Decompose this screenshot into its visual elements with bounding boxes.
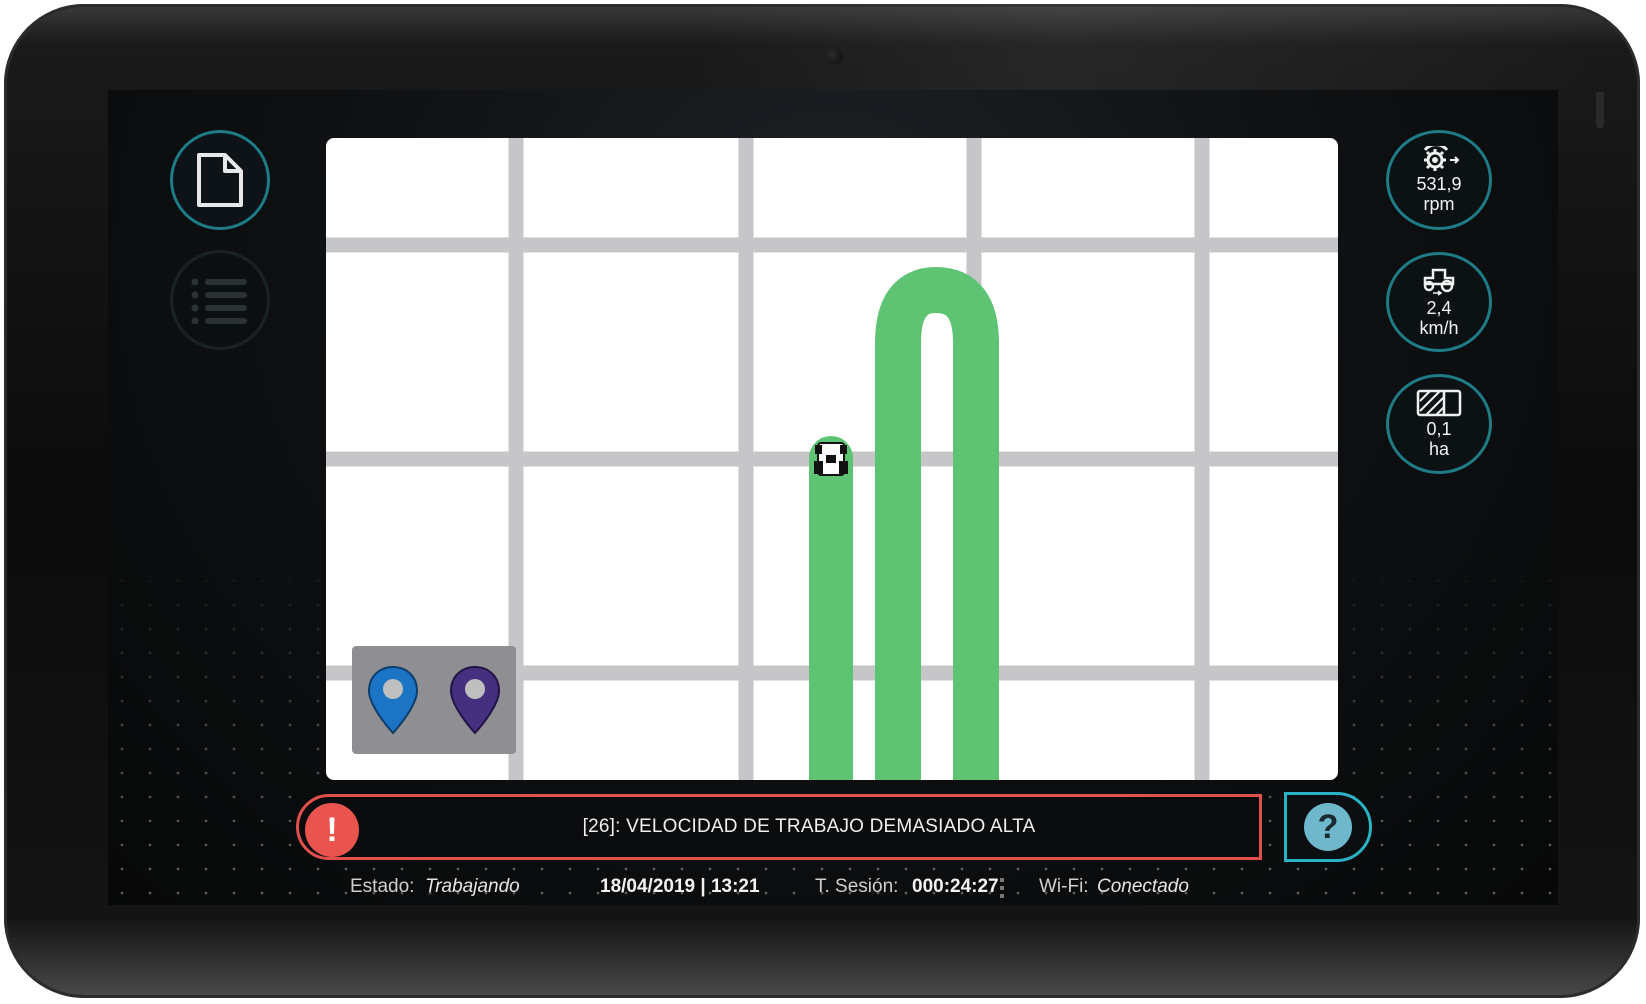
help-icon: ? bbox=[1304, 803, 1352, 851]
document-icon bbox=[197, 153, 243, 207]
speed-gauge[interactable]: 2,4 km/h bbox=[1386, 252, 1492, 352]
datetime: 18/04/2019 | 13:21 bbox=[600, 876, 760, 897]
rpm-value: 531,9 bbox=[1416, 174, 1462, 194]
wifi-value: Conectado bbox=[1097, 876, 1189, 897]
alert-icon: ! bbox=[305, 803, 359, 857]
location-pin-icon[interactable] bbox=[449, 665, 501, 735]
alarm-bar[interactable]: ! [26]: VELOCIDAD DE TRABAJO DEMASIADO A… bbox=[296, 794, 1262, 860]
worked-track bbox=[809, 267, 999, 780]
area-gauge[interactable]: 0,1 ha bbox=[1386, 374, 1492, 474]
marker-legend[interactable] bbox=[352, 646, 516, 754]
separator bbox=[1000, 878, 1004, 900]
sesion-label: T. Sesión: bbox=[815, 876, 899, 897]
speed-value: 2,4 bbox=[1426, 298, 1452, 318]
wifi-label: Wi-Fi: bbox=[1039, 876, 1089, 897]
area-value: 0,1 bbox=[1426, 419, 1452, 439]
area-unit: ha bbox=[1428, 439, 1450, 459]
sesion-value: 000:24:27 bbox=[912, 876, 999, 897]
rpm-gauge[interactable]: 531,9 rpm bbox=[1386, 130, 1492, 230]
pto-gear-icon bbox=[1423, 146, 1460, 171]
tractor-icon bbox=[814, 442, 848, 476]
list-icon bbox=[191, 278, 247, 324]
help-button[interactable]: ? bbox=[1284, 792, 1372, 862]
area-icon bbox=[1416, 389, 1462, 417]
speed-unit: km/h bbox=[1419, 318, 1459, 338]
field-map[interactable] bbox=[326, 138, 1338, 780]
tractor-speed-icon bbox=[1423, 268, 1455, 296]
side-button bbox=[1596, 92, 1604, 128]
document-button[interactable] bbox=[170, 130, 270, 230]
camera bbox=[824, 46, 844, 66]
screen: 531,9 rpm 2,4 km/h 0,1 ha ! [26]: VELOCI… bbox=[108, 90, 1558, 905]
list-button[interactable] bbox=[170, 250, 270, 350]
rpm-unit: rpm bbox=[1423, 194, 1455, 214]
estado-value: Trabajando bbox=[425, 876, 520, 897]
status-bar: Estado: Trabajando 18/04/2019 | 13:21 T.… bbox=[308, 876, 1328, 902]
alarm-message: [26]: VELOCIDAD DE TRABAJO DEMASIADO ALT… bbox=[582, 816, 1036, 837]
estado-label: Estado: bbox=[350, 876, 415, 897]
track-pass bbox=[875, 267, 999, 780]
location-pin-icon[interactable] bbox=[367, 665, 419, 735]
